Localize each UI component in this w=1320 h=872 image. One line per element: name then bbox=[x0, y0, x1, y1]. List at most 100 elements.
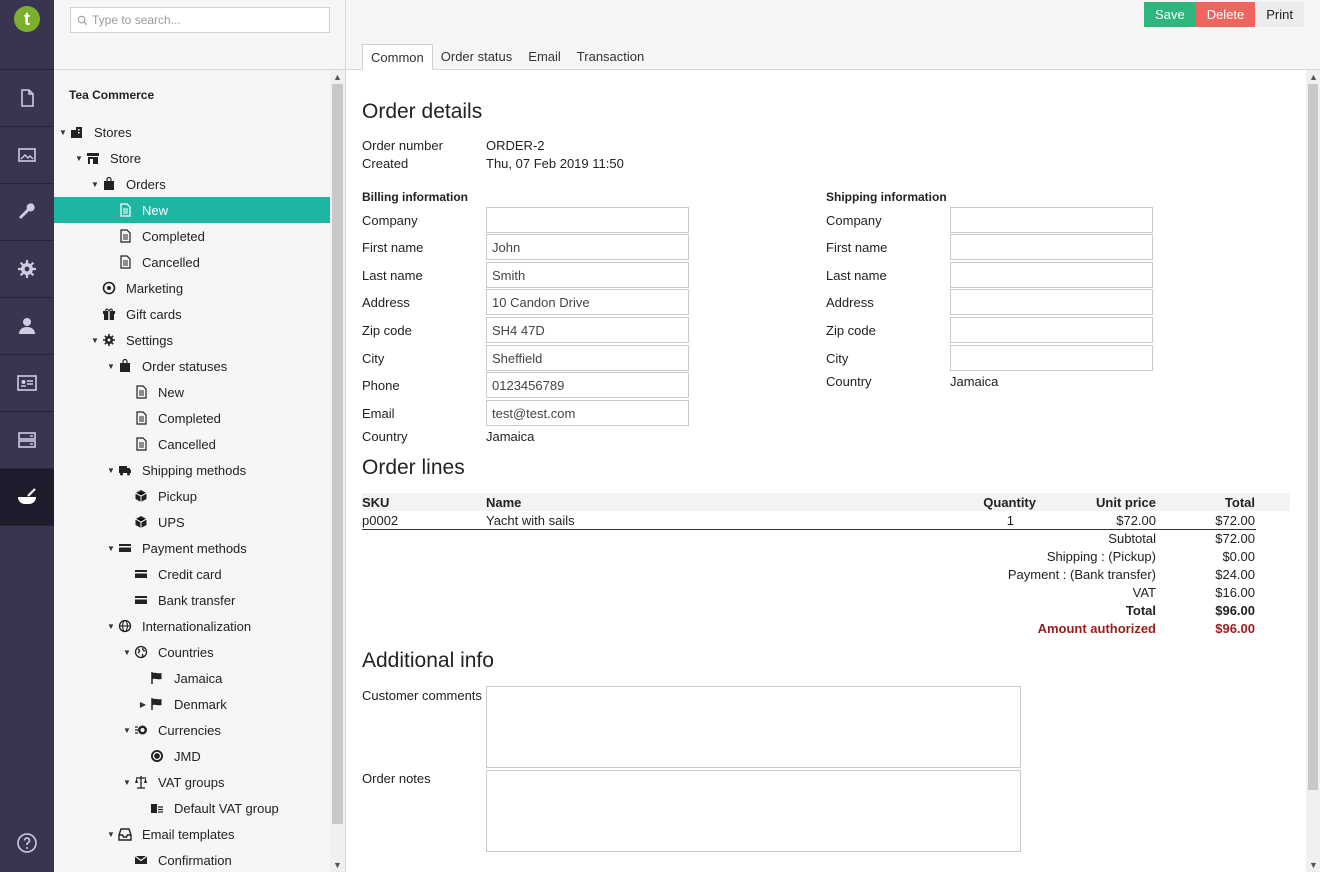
scroll-up-icon[interactable]: ▲ bbox=[333, 72, 342, 82]
caret-down-icon[interactable]: ▼ bbox=[122, 778, 132, 787]
shipping-zip-input[interactable] bbox=[950, 317, 1153, 343]
shipping-last-name-input[interactable] bbox=[950, 262, 1153, 288]
rail-item-forms[interactable] bbox=[0, 412, 54, 469]
row-total: $72.00 bbox=[1215, 513, 1255, 528]
tree-node-internationalization[interactable]: ▼ Internationalization bbox=[54, 613, 331, 639]
scroll-down-icon[interactable]: ▼ bbox=[1309, 860, 1318, 870]
rail-item-settings[interactable] bbox=[0, 241, 54, 298]
tree-node-settings[interactable]: ▼ Settings bbox=[54, 327, 331, 353]
scroll-down-icon[interactable]: ▼ bbox=[333, 860, 342, 870]
tree-scroll-thumb[interactable] bbox=[332, 84, 343, 824]
tree-node-order-statuses[interactable]: ▼ Order statuses bbox=[54, 353, 331, 379]
help-button[interactable] bbox=[0, 832, 54, 854]
tree-node-orders-completed[interactable]: Completed bbox=[54, 223, 331, 249]
caret-down-icon[interactable]: ▼ bbox=[106, 622, 116, 631]
rail-item-content[interactable] bbox=[0, 70, 54, 127]
caret-down-icon[interactable]: ▼ bbox=[58, 128, 68, 137]
tab-common[interactable]: Common bbox=[362, 44, 433, 70]
tree-node-payment-methods[interactable]: ▼ Payment methods bbox=[54, 535, 331, 561]
server-icon bbox=[18, 432, 36, 448]
main-scrollbar[interactable]: ▲ ▼ bbox=[1306, 70, 1320, 872]
billing-zip-input[interactable] bbox=[486, 317, 689, 343]
tab-email[interactable]: Email bbox=[520, 44, 569, 70]
tree-node-orders[interactable]: ▼ Orders bbox=[54, 171, 331, 197]
tree-node-orders-new[interactable]: New bbox=[54, 197, 331, 223]
order-notes-textarea[interactable] bbox=[486, 770, 1021, 852]
tree-node-label: Internationalization bbox=[142, 618, 252, 634]
tree-node-email-templates[interactable]: ▼ Email templates bbox=[54, 821, 331, 847]
target-icon bbox=[102, 281, 116, 295]
tree-node-stores[interactable]: ▼ Stores bbox=[54, 119, 331, 145]
order-number-value: ORDER-2 bbox=[486, 138, 545, 153]
tree-node-store[interactable]: ▼ Store bbox=[54, 145, 331, 171]
tree-node-ups[interactable]: UPS bbox=[54, 509, 331, 535]
caret-down-icon[interactable]: ▼ bbox=[74, 154, 84, 163]
shipping-address-label: Address bbox=[826, 295, 874, 310]
caret-down-icon[interactable]: ▼ bbox=[122, 648, 132, 657]
tree-node-status-cancelled[interactable]: Cancelled bbox=[54, 431, 331, 457]
billing-first-name-input[interactable] bbox=[486, 234, 689, 260]
scroll-up-icon[interactable]: ▲ bbox=[1309, 72, 1318, 82]
tree-node-label: Cancelled bbox=[158, 436, 216, 452]
delete-button[interactable]: Delete bbox=[1195, 2, 1256, 27]
tree-node-shipping-methods[interactable]: ▼ Shipping methods bbox=[54, 457, 331, 483]
rail-item-developer[interactable] bbox=[0, 184, 54, 241]
created-value: Thu, 07 Feb 2019 11:50 bbox=[486, 156, 624, 171]
save-button[interactable]: Save bbox=[1144, 2, 1196, 27]
billing-email-input[interactable] bbox=[486, 400, 689, 426]
caret-down-icon[interactable]: ▼ bbox=[106, 466, 116, 475]
tree-node-vat-groups[interactable]: ▼ VAT groups bbox=[54, 769, 331, 795]
search-box[interactable] bbox=[70, 7, 330, 33]
tree-node-jamaica[interactable]: Jamaica bbox=[54, 665, 331, 691]
tea-commerce-logo[interactable]: t bbox=[14, 6, 40, 32]
tree-node-marketing[interactable]: Marketing bbox=[54, 275, 331, 301]
search-input[interactable] bbox=[92, 13, 323, 27]
caret-down-icon[interactable]: ▼ bbox=[90, 336, 100, 345]
billing-company-input[interactable] bbox=[486, 207, 689, 233]
rail-item-media[interactable] bbox=[0, 127, 54, 184]
tree-node-denmark[interactable]: ▶ Denmark bbox=[54, 691, 331, 717]
tree-node-jmd[interactable]: JMD bbox=[54, 743, 331, 769]
caret-right-icon[interactable]: ▶ bbox=[138, 700, 148, 709]
shipping-first-name-input[interactable] bbox=[950, 234, 1153, 260]
caret-down-icon[interactable]: ▼ bbox=[122, 726, 132, 735]
tree-node-gift-cards[interactable]: Gift cards bbox=[54, 301, 331, 327]
tree-node-label: Completed bbox=[142, 228, 205, 244]
shipping-address-input[interactable] bbox=[950, 289, 1153, 315]
flag-icon bbox=[150, 671, 164, 685]
rail-item-members[interactable] bbox=[0, 355, 54, 412]
rail-item-users[interactable] bbox=[0, 298, 54, 355]
billing-last-name-input[interactable] bbox=[486, 262, 689, 288]
tree-node-bank-transfer[interactable]: Bank transfer bbox=[54, 587, 331, 613]
billing-phone-input[interactable] bbox=[486, 372, 689, 398]
customer-comments-textarea[interactable] bbox=[486, 686, 1021, 768]
caret-down-icon[interactable]: ▼ bbox=[106, 544, 116, 553]
shipping-city-input[interactable] bbox=[950, 345, 1153, 371]
billing-city-input[interactable] bbox=[486, 345, 689, 371]
caret-down-icon[interactable]: ▼ bbox=[106, 362, 116, 371]
caret-down-icon[interactable]: ▼ bbox=[106, 830, 116, 839]
document-icon bbox=[134, 411, 148, 425]
main-scroll-thumb[interactable] bbox=[1308, 84, 1318, 790]
tree-node-confirmation[interactable]: Confirmation bbox=[54, 847, 331, 872]
tree-scrollbar[interactable]: ▲ ▼ bbox=[330, 70, 345, 872]
tab-order-status[interactable]: Order status bbox=[433, 44, 521, 70]
tree-node-status-completed[interactable]: Completed bbox=[54, 405, 331, 431]
coin-icon bbox=[150, 749, 164, 763]
billing-address-input[interactable] bbox=[486, 289, 689, 315]
tree-node-status-new[interactable]: New bbox=[54, 379, 331, 405]
document-icon bbox=[118, 203, 132, 217]
shipping-company-input[interactable] bbox=[950, 207, 1153, 233]
rail-item-tea-commerce[interactable] bbox=[0, 469, 54, 526]
tab-transaction[interactable]: Transaction bbox=[569, 44, 652, 70]
tree-node-pickup[interactable]: Pickup bbox=[54, 483, 331, 509]
tree-node-countries[interactable]: ▼ Countries bbox=[54, 639, 331, 665]
caret-down-icon[interactable]: ▼ bbox=[90, 180, 100, 189]
tree-node-credit-card[interactable]: Credit card bbox=[54, 561, 331, 587]
tree-node-label: New bbox=[158, 384, 185, 400]
row-unit-price: $72.00 bbox=[1116, 513, 1156, 528]
print-button[interactable]: Print bbox=[1255, 2, 1304, 27]
tree-node-default-vat-group[interactable]: Default VAT group bbox=[54, 795, 331, 821]
tree-node-currencies[interactable]: ▼ Currencies bbox=[54, 717, 331, 743]
tree-node-orders-cancelled[interactable]: Cancelled bbox=[54, 249, 331, 275]
